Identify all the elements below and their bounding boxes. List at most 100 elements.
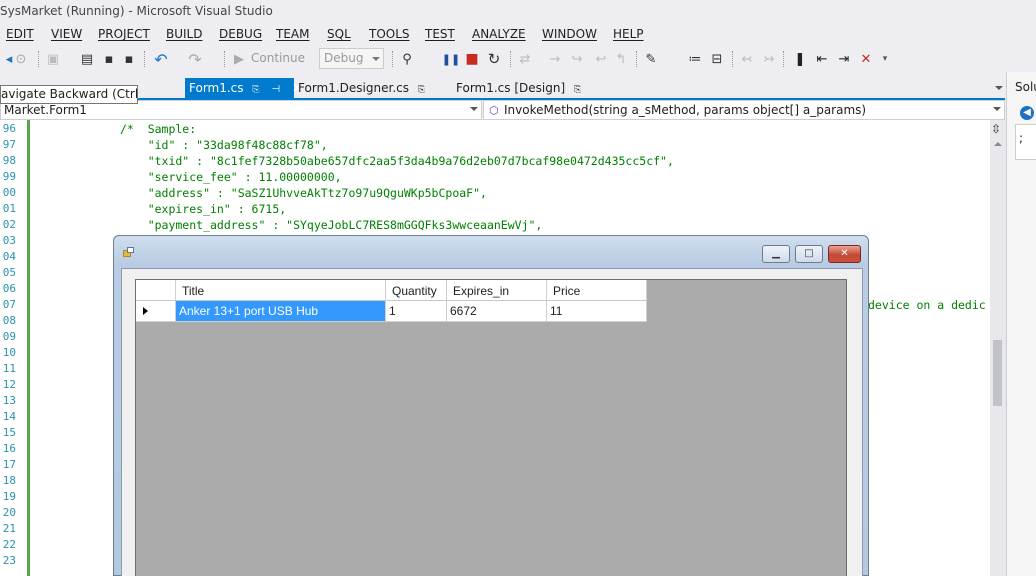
menu-bar: EDIT VIEW PROJECT BUILD DEBUG TEAM SQL T…	[0, 24, 1036, 46]
menu-view[interactable]: VIEW	[51, 27, 82, 41]
pin-icon[interactable]: ⎘	[418, 85, 425, 95]
break-all-icon[interactable]: ❚❚	[442, 50, 460, 68]
menu-debug[interactable]: DEBUG	[219, 27, 262, 41]
maximize-button[interactable]: □	[795, 245, 823, 263]
scrollbar-thumb[interactable]	[993, 340, 1002, 406]
tab-form1-designer-cs[interactable]: Form1.Designer.cs ⎘	[294, 78, 425, 99]
close-button[interactable]: ✕	[828, 245, 861, 263]
tab-form1-design[interactable]: Form1.cs [Design] ⎘	[452, 78, 581, 99]
cell-price[interactable]: 11	[547, 301, 647, 322]
code-line: "payment_address" : "SYqyeJobLC7RES8mGGQ…	[120, 218, 543, 232]
line-number: 06	[2, 282, 16, 295]
code-line: "service_fee" : 11.00000000,	[120, 170, 342, 184]
menu-sql[interactable]: SQL	[327, 27, 351, 41]
column-header-quantity[interactable]: Quantity	[386, 280, 447, 301]
line-number: 22	[2, 538, 16, 551]
grid-corner-header[interactable]	[136, 280, 176, 301]
editor-vertical-scrollbar[interactable]: ⇳	[990, 120, 1006, 576]
data-grid-view[interactable]: Title Quantity Expires_in Price Anker 13…	[135, 279, 847, 576]
column-header-expires-in[interactable]: Expires_in	[447, 280, 547, 301]
restart-icon[interactable]: ↻	[485, 50, 503, 68]
line-number: 13	[2, 394, 16, 407]
save-icon[interactable]: ▪	[100, 50, 118, 68]
line-number: 12	[2, 378, 16, 391]
menu-build[interactable]: BUILD	[166, 27, 202, 41]
save-all-icon[interactable]: ▪	[120, 50, 138, 68]
type-dropdown-value: Market.Form1	[4, 103, 87, 117]
column-header-title[interactable]: Title	[176, 280, 386, 301]
toolbar-separator	[392, 51, 393, 67]
menu-project[interactable]: PROJECT	[98, 27, 150, 41]
toolbar-separator	[732, 51, 733, 67]
minimize-button[interactable]: ▁	[762, 245, 790, 263]
column-header-price[interactable]: Price	[547, 280, 647, 301]
line-number: 11	[2, 362, 16, 375]
redo-icon[interactable]: ↷	[186, 50, 204, 69]
stop-debugging-icon[interactable]: ■	[463, 50, 481, 68]
step-out-icon[interactable]: ↩	[592, 50, 610, 68]
nav-forward-icon[interactable]: ⊙	[12, 50, 30, 68]
line-number-gutter: 96 97 98 99 00 01 02 03 04 05 06 07 08 0…	[0, 120, 22, 576]
solution-explorer-title: Solu	[1015, 80, 1036, 94]
menu-window[interactable]: WINDOW	[542, 27, 597, 41]
continue-button[interactable]: Continue	[251, 51, 305, 65]
find-previous-icon[interactable]: ↢	[738, 50, 756, 68]
form-app-icon	[123, 247, 135, 257]
line-number: 20	[2, 506, 16, 519]
member-dropdown[interactable]: ⬡ InvokeMethod(string a_sMethod, params …	[483, 100, 1005, 120]
cell-quantity[interactable]: 1	[386, 301, 447, 322]
row-header[interactable]	[136, 301, 176, 322]
new-project-icon[interactable]: ▣	[44, 50, 62, 68]
show-next-statement-icon[interactable]: ⇄	[516, 50, 534, 68]
pin-tab-icon[interactable]: ⊣	[271, 84, 280, 95]
line-number: 10	[2, 346, 16, 359]
uncomment-icon[interactable]: ⊟	[708, 50, 726, 68]
line-number: 08	[2, 314, 16, 327]
find-next-icon[interactable]: ↣	[760, 50, 778, 68]
solution-explorer-panel: Solu ◀ ;	[1006, 72, 1036, 576]
back-arrow-icon[interactable]: ◀	[1020, 106, 1034, 120]
solution-config-select[interactable]: Debug	[319, 48, 384, 69]
menu-test[interactable]: TEST	[425, 27, 455, 41]
line-number: 99	[2, 170, 16, 183]
pin-icon[interactable]: ⎘	[252, 85, 259, 95]
clear-bookmarks-icon[interactable]: ✕	[857, 50, 875, 68]
step-back-icon[interactable]: ↰	[612, 50, 630, 68]
continue-icon[interactable]: ▶	[230, 50, 248, 68]
form1-window[interactable]: ▁ □ ✕ Title Quantity Expires_in Price An…	[113, 235, 869, 576]
cell-title[interactable]: Anker 13+1 port USB Hub	[176, 301, 386, 322]
menu-team[interactable]: TEAM	[276, 27, 309, 41]
tab-form1-cs[interactable]: Form1.cs ⎘ ⊣ ✕	[185, 78, 302, 99]
form-client-area: Title Quantity Expires_in Price Anker 13…	[121, 268, 863, 576]
line-number: 14	[2, 410, 16, 423]
cell-expires-in[interactable]: 6672	[447, 301, 547, 322]
comment-icon[interactable]: ≔	[686, 50, 704, 68]
pin-icon[interactable]: ⎘	[574, 85, 581, 95]
code-line: "address" : "SaSZ1UhvveAkTtz7o97u9QguWKp…	[120, 186, 487, 200]
step-over-icon[interactable]: ↪	[568, 50, 586, 68]
line-number: 15	[2, 426, 16, 439]
toolbar-separator	[144, 51, 145, 67]
attach-process-icon[interactable]: ⚲	[398, 50, 416, 68]
prev-bookmark-icon[interactable]: ⇤	[813, 50, 831, 68]
bookmark-icon[interactable]: ❚	[791, 50, 809, 68]
menu-analyze[interactable]: ANALYZE	[472, 27, 526, 41]
scroll-up-icon[interactable]	[994, 142, 1002, 146]
chevron-down-icon	[372, 57, 380, 61]
tab-overflow-icon[interactable]	[995, 86, 1003, 90]
menu-help[interactable]: HELP	[613, 27, 644, 41]
split-window-icon[interactable]: ⇳	[991, 122, 1001, 136]
menu-edit[interactable]: EDIT	[6, 27, 34, 41]
next-bookmark-icon[interactable]: ⇥	[835, 50, 853, 68]
step-into-icon[interactable]: →	[546, 50, 564, 68]
toolbar-separator	[510, 51, 511, 67]
toolbar-options-icon[interactable]: ▾	[876, 50, 894, 68]
tab-label: Form1.cs	[189, 81, 244, 95]
solution-search-box[interactable]: ;	[1015, 124, 1036, 160]
tab-label: Form1.Designer.cs	[298, 81, 409, 95]
current-row-indicator-icon	[143, 307, 148, 315]
menu-tools[interactable]: TOOLS	[369, 27, 410, 41]
hex-display-icon[interactable]: ✎	[642, 50, 660, 68]
undo-icon[interactable]: ↶	[152, 50, 170, 69]
open-file-icon[interactable]: ▤	[78, 50, 96, 68]
